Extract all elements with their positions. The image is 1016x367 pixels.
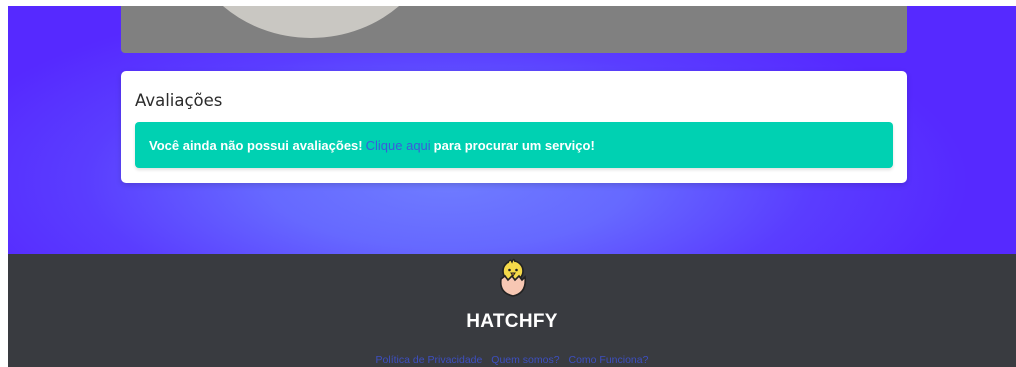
hatching-chick-icon (499, 258, 527, 297)
about-us-link[interactable]: Quem somos? (491, 354, 559, 366)
how-it-works-link[interactable]: Como Funciona? (568, 354, 648, 366)
profile-photo-card (121, 6, 907, 53)
hero-section: Avaliações Você ainda não possui avaliaç… (8, 6, 1016, 254)
no-reviews-alert: Você ainda não possui avaliações! Clique… (135, 122, 893, 168)
brand-name: HATCHFY (466, 311, 558, 332)
reviews-title: Avaliações (135, 91, 223, 110)
search-service-link[interactable]: Clique aqui (366, 138, 431, 153)
footer: HATCHFY Política de Privacidade Quem som… (8, 254, 1016, 367)
page-viewport: Avaliações Você ainda não possui avaliaç… (8, 6, 1016, 367)
alert-text-after: para procurar um serviço! (433, 137, 595, 153)
privacy-policy-link[interactable]: Política de Privacidade (376, 354, 483, 366)
reviews-card: Avaliações Você ainda não possui avaliaç… (121, 71, 907, 183)
alert-text-before: Você ainda não possui avaliações! (149, 137, 363, 153)
footer-links: Política de Privacidade Quem somos? Como… (8, 354, 1016, 366)
avatar (181, 6, 441, 38)
